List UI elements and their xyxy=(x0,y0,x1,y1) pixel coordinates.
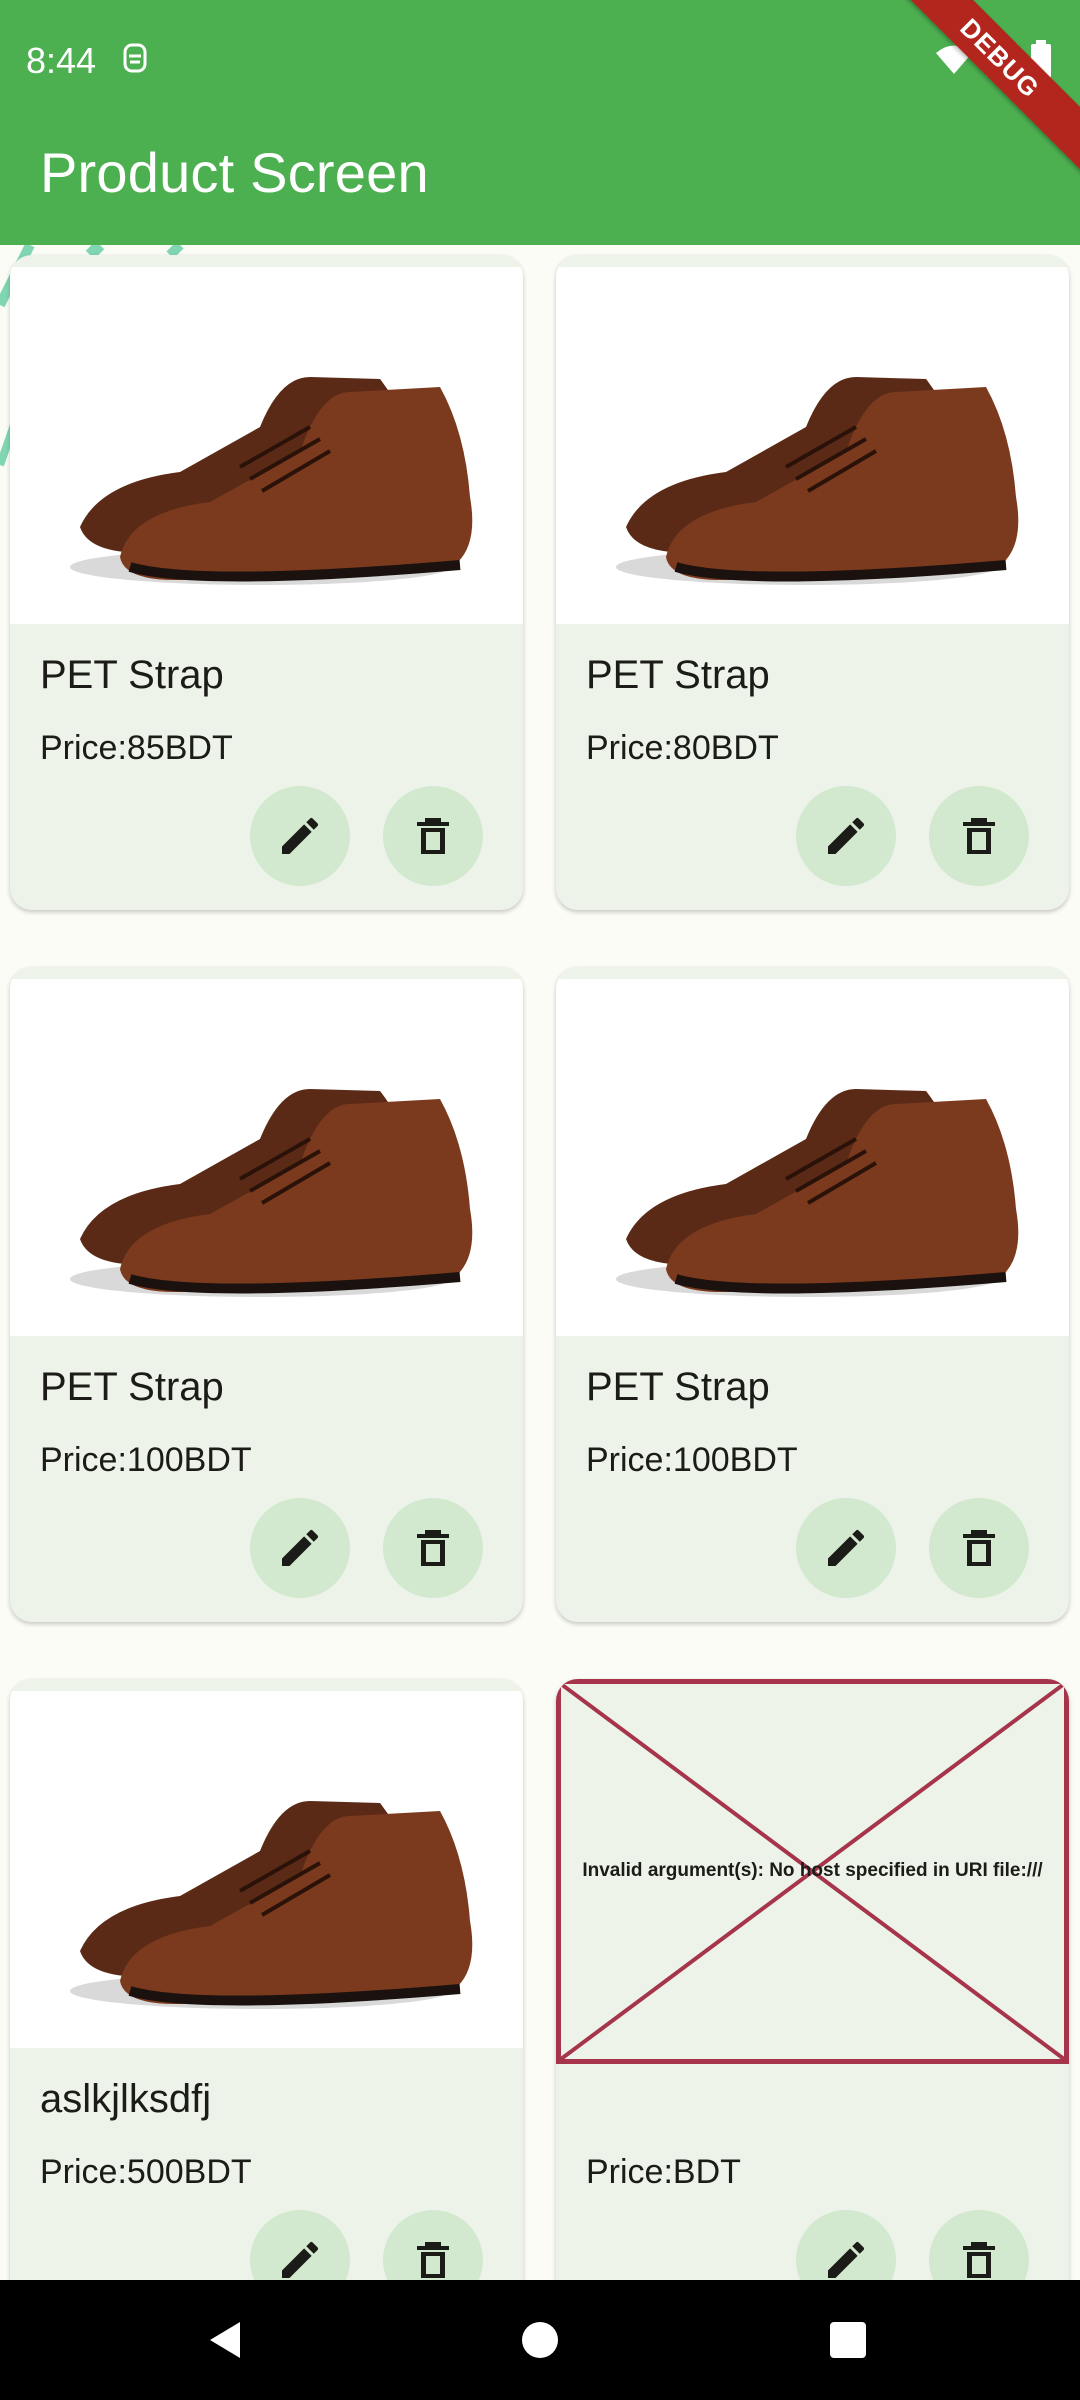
product-price: Price:BDT xyxy=(586,2153,741,2191)
brown-shoe-icon xyxy=(70,1801,473,2009)
product-image xyxy=(556,979,1069,1336)
pencil-icon xyxy=(828,2241,865,2278)
product-card[interactable]: PET Strap Price:85BDT xyxy=(10,255,523,910)
trash-icon xyxy=(417,2242,449,2278)
edit-button[interactable] xyxy=(796,1498,896,1598)
product-image xyxy=(10,267,523,624)
delete-button[interactable] xyxy=(383,1498,483,1598)
product-name: PET Strap xyxy=(40,653,224,697)
trash-icon xyxy=(963,2242,995,2278)
brown-shoe-icon xyxy=(616,377,1019,585)
back-icon[interactable] xyxy=(204,2318,248,2362)
delete-button[interactable] xyxy=(929,786,1029,886)
page-title: Product Screen xyxy=(40,141,429,204)
edit-button[interactable] xyxy=(250,786,350,886)
product-name: PET Strap xyxy=(40,1365,224,1409)
product-image xyxy=(10,1691,523,2048)
pencil-icon xyxy=(828,817,865,854)
notification-icon xyxy=(123,43,147,73)
product-price: Price:80BDT xyxy=(586,729,779,767)
pencil-icon xyxy=(282,817,319,854)
product-card[interactable]: PET Strap Price:100BDT xyxy=(556,967,1069,1622)
product-price: Price:85BDT xyxy=(40,729,233,767)
product-price: Price:500BDT xyxy=(40,2153,252,2191)
pencil-icon xyxy=(282,2241,319,2278)
brown-shoe-icon xyxy=(70,1089,473,1297)
image-error-placeholder: Invalid argument(s): No host specified i… xyxy=(556,1679,1069,2064)
pencil-icon xyxy=(282,1529,319,1566)
status-time: 8:44 xyxy=(26,40,97,81)
edit-button[interactable] xyxy=(796,786,896,886)
system-nav-bar xyxy=(0,2280,1080,2400)
app-root: 8:44 Product Screen DEBUG PET Strap Pric… xyxy=(0,0,1080,2400)
product-card[interactable]: PET Strap Price:100BDT xyxy=(10,967,523,1622)
pencil-icon xyxy=(828,1529,865,1566)
trash-icon xyxy=(963,818,995,854)
delete-button[interactable] xyxy=(929,1498,1029,1598)
image-error-text: Invalid argument(s): No host specified i… xyxy=(582,1860,1043,1881)
delete-button[interactable] xyxy=(383,786,483,886)
brown-shoe-icon xyxy=(616,1089,1019,1297)
trash-icon xyxy=(963,1530,995,1566)
home-icon[interactable] xyxy=(520,2320,560,2360)
product-image xyxy=(556,267,1069,624)
edit-button[interactable] xyxy=(250,1498,350,1598)
product-price: Price:100BDT xyxy=(40,1441,252,1479)
product-card[interactable]: aslkjlksdfj Price:500BDT xyxy=(10,1679,523,2334)
brown-shoe-icon xyxy=(70,377,473,585)
product-price: Price:100BDT xyxy=(586,1441,798,1479)
product-image xyxy=(10,979,523,1336)
trash-icon xyxy=(417,818,449,854)
trash-icon xyxy=(417,1530,449,1566)
product-card[interactable]: PET Strap Price:80BDT xyxy=(556,255,1069,910)
product-name: PET Strap xyxy=(586,1365,770,1409)
app-bar: 8:44 Product Screen DEBUG xyxy=(0,0,1080,245)
product-name: PET Strap xyxy=(586,653,770,697)
product-card[interactable]: Invalid argument(s): No host specified i… xyxy=(556,1679,1069,2334)
product-name: aslkjlksdfj xyxy=(40,2077,212,2121)
debug-banner: DEBUG xyxy=(878,0,1080,180)
recents-icon[interactable] xyxy=(828,2320,868,2360)
